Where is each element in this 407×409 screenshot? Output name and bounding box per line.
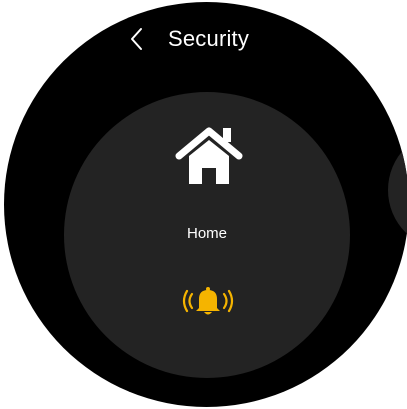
chevron-left-icon — [131, 28, 142, 50]
device-label: Home — [186, 225, 227, 242]
device-card-next[interactable] — [388, 130, 407, 250]
watch-screen: Security Home — [4, 2, 407, 407]
home-icon — [175, 126, 243, 186]
header: Security — [4, 20, 407, 56]
page-title: Security — [168, 26, 250, 51]
alarm-bell-icon — [182, 285, 234, 317]
device-card-home[interactable]: Home — [64, 92, 350, 378]
back-button[interactable] — [122, 24, 152, 54]
